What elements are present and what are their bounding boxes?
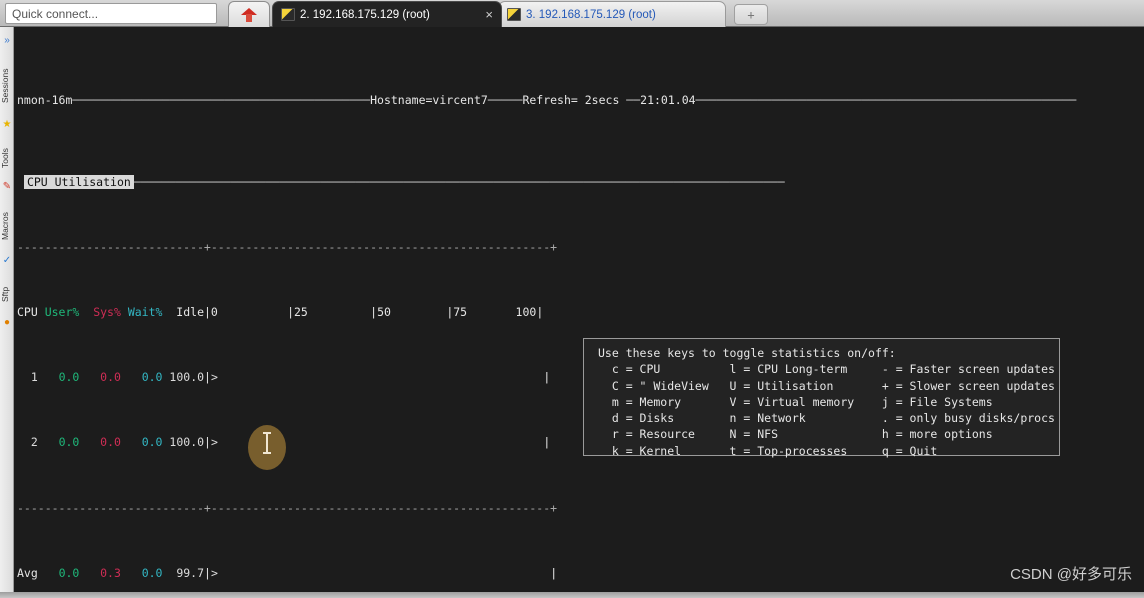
sidebar-item-sftp[interactable]: Sftp [0,279,14,309]
cpu-section-title: CPU Utilisation [23,174,134,189]
help-overlay-line: c = CPU l = CPU Long-term - = Faster scr… [598,362,1055,377]
help-overlay-line: d = Disks n = Network . = only busy disk… [598,411,1055,426]
sidebar-item-tools[interactable]: Tools [0,139,14,177]
nmon-app-name: nmon-16m [17,93,73,108]
new-tab-button[interactable]: + [734,4,768,25]
chevrons-right-icon[interactable]: » [1,35,13,47]
cpu-wait: 0.0 [141,370,163,385]
cpu-avg-bar: > [210,565,218,580]
tab-label: 3. 192.168.175.129 (root) [526,8,656,21]
cpu-idle: 100.0 [169,370,205,385]
nmon-header-row: nmon-16m────────────────────────────────… [17,93,1077,108]
help-overlay-line: C = " WideView U = Utilisation + = Slowe… [598,378,1055,393]
cpu-user: 0.0 [58,370,80,385]
nmon-hostname: Hostname=vircent7 [370,93,488,108]
cpu-avg-user: 0.0 [58,565,80,580]
cpu-avg-idle: 99.7 [176,565,205,580]
plus-icon: + [747,7,755,22]
terminal-screen[interactable]: nmon-16m────────────────────────────────… [15,27,1144,598]
home-icon [241,7,257,23]
help-overlay-line: m = Memory V = Virtual memory j = File S… [598,394,993,409]
check-icon[interactable]: ✓ [1,255,13,267]
cpu-bar: > [210,370,218,385]
cpu-wait: 0.0 [141,435,163,450]
cpu-avg-row: Avg 0.0 0.3 0.0 99.7|> | [17,565,558,580]
cpu-idle: 100.0 [169,435,205,450]
cpu-user: 0.0 [58,435,80,450]
cpu-sys: 0.0 [100,435,121,450]
nmon-refresh: Refresh= 2secs [522,93,620,108]
tab-session-3[interactable]: 3. 192.168.175.129 (root) [498,1,726,27]
cpu-scale-rule: ---------------------------+------------… [17,239,558,254]
cpu-avg-wait: 0.0 [141,565,163,580]
cpu-columns-row: CPU User% Sys% Wait% Idle|0 |25 |50 |75 … [17,305,544,320]
star-icon[interactable]: ★ [1,119,13,131]
help-overlay-line: r = Resource N = NFS h = more options [598,427,993,442]
help-overlay-panel: Use these keys to toggle statistics on/o… [583,338,1060,458]
close-icon[interactable]: × [479,7,493,22]
pen-icon[interactable]: ✎ [1,181,13,193]
cpu-index: 2 [30,435,38,450]
cpu-section-title-row: CPU Utilisation ─────────────────────────… [15,174,1144,190]
nmon-time: 21:01.04 [640,93,696,108]
text-cursor-icon [263,432,271,454]
tab-label: 2. 192.168.175.129 (root) [300,8,430,21]
globe-icon[interactable]: ● [1,317,13,329]
top-toolbar: Quick connect... 2. 192.168.175.129 (roo… [0,0,1144,27]
quick-connect-input[interactable]: Quick connect... [5,3,217,24]
home-tab-button[interactable] [228,1,270,27]
cpu-sys: 0.0 [100,370,121,385]
sidebar-item-sessions[interactable]: Sessions [0,57,14,115]
help-overlay-title: Use these keys to toggle statistics on/o… [598,346,896,360]
sidebar-item-macros[interactable]: Macros [0,203,14,249]
watermark: CSDN @好多可乐 [1010,566,1132,583]
help-overlay-line: k = Kernel t = Top-processes q = Quit [598,443,938,458]
terminal-icon [281,8,295,21]
tab-session-2[interactable]: 2. 192.168.175.129 (root) × [272,1,502,27]
left-sidebar: » Sessions ★ Tools ✎ Macros ✓ Sftp ● [0,27,14,598]
cpu-bar: > [210,435,218,450]
cpu-scale-rule-2: ---------------------------+------------… [17,500,558,515]
cpu-avg-label: Avg [17,565,38,580]
cpu-index: 1 [30,370,38,385]
cpu-avg-sys: 0.3 [100,565,121,580]
bottom-status-bar [0,592,1144,598]
terminal-icon [507,8,521,21]
